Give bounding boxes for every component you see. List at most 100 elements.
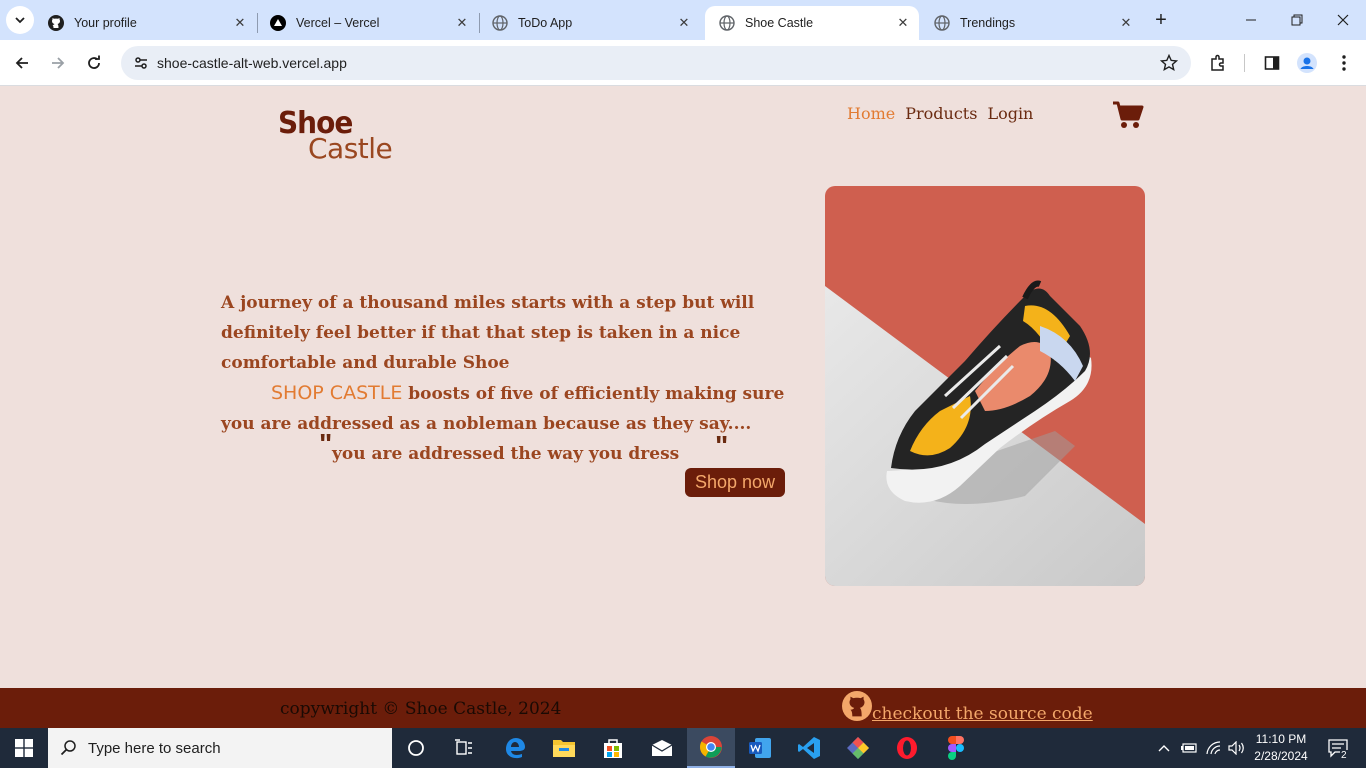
site-footer: copywright © Shoe Castle, 2024 checkout … — [0, 688, 1366, 728]
store-icon — [604, 739, 622, 758]
cart-icon[interactable] — [1112, 100, 1144, 130]
windows-taskbar: Type here to search 11:10 PM 2/28/2024 2 — [0, 728, 1366, 768]
windows-logo-icon — [15, 739, 33, 757]
extensions-button[interactable] — [1204, 49, 1232, 77]
restore-icon — [1291, 14, 1303, 26]
taskbar-clock[interactable]: 11:10 PM 2/28/2024 — [1250, 731, 1312, 765]
tab-your-profile[interactable]: Your profile ✕ — [34, 6, 256, 40]
mail-icon — [651, 740, 673, 756]
site-info-icon[interactable] — [129, 51, 153, 75]
github-icon — [48, 15, 64, 31]
tab-shoe-castle[interactable]: Shoe Castle ✕ — [705, 6, 919, 40]
git-app[interactable] — [834, 728, 882, 768]
close-window-button[interactable] — [1320, 0, 1366, 40]
notification-center[interactable]: 2 — [1320, 728, 1356, 768]
notification-count: 2 — [1340, 750, 1348, 761]
store-app[interactable] — [589, 728, 637, 768]
speaker-icon — [1228, 741, 1244, 755]
nav-login-link[interactable]: Login — [987, 104, 1033, 123]
quote-text: you are addressed the way you dress — [332, 444, 680, 464]
avatar-icon — [1297, 53, 1317, 73]
chevron-down-icon — [15, 17, 25, 24]
chevron-up-icon — [1158, 745, 1170, 752]
show-hidden-icons[interactable] — [1152, 728, 1176, 768]
side-panel-button[interactable] — [1258, 49, 1286, 77]
tab-title: Shoe Castle — [745, 16, 814, 30]
close-tab-icon[interactable]: ✕ — [895, 15, 911, 31]
hero-text-1: A journey of a thousand miles starts wit… — [221, 293, 755, 373]
nav-products-link[interactable]: Products — [905, 104, 977, 123]
word-app[interactable] — [736, 728, 784, 768]
bookmark-star-icon[interactable] — [1159, 53, 1179, 73]
word-icon — [749, 738, 771, 758]
figma-app[interactable] — [932, 728, 980, 768]
arrow-left-icon — [15, 57, 28, 69]
opera-icon — [897, 737, 917, 759]
tab-title: Vercel – Vercel — [296, 16, 380, 30]
arrow-right-icon — [52, 57, 65, 69]
forward-button[interactable] — [44, 49, 72, 77]
vscode-icon — [798, 737, 820, 759]
profile-button[interactable] — [1293, 49, 1321, 77]
close-tab-icon[interactable]: ✕ — [676, 15, 692, 31]
vscode-app[interactable] — [785, 728, 833, 768]
vercel-icon — [270, 15, 286, 31]
close-tab-icon[interactable]: ✕ — [232, 15, 248, 31]
shop-now-button[interactable]: Shop now — [685, 468, 785, 497]
browser-toolbar: shoe-castle-alt-web.vercel.app — [0, 40, 1366, 86]
tab-trendings[interactable]: Trendings ✕ — [920, 6, 1142, 40]
start-button[interactable] — [0, 728, 48, 768]
tab-title: Your profile — [74, 16, 137, 30]
address-bar[interactable]: shoe-castle-alt-web.vercel.app — [121, 46, 1191, 80]
mail-app[interactable] — [638, 728, 686, 768]
task-view-button[interactable] — [440, 728, 488, 768]
folder-icon — [553, 740, 575, 757]
main-nav: Home Products Login — [847, 104, 1033, 123]
taskbar-search[interactable]: Type here to search — [48, 728, 392, 768]
page-content: Shoe Castle Home Products Login A journe… — [0, 86, 1366, 688]
tab-title: Trendings — [960, 16, 1016, 30]
network-indicator[interactable] — [1202, 728, 1226, 768]
edge-app[interactable] — [491, 728, 539, 768]
menu-button[interactable] — [1330, 49, 1358, 77]
tab-title: ToDo App — [518, 16, 573, 30]
copyright-text: copywright © Shoe Castle, 2024 — [280, 699, 562, 719]
edge-icon — [506, 738, 525, 759]
search-placeholder: Type here to search — [88, 739, 221, 757]
clock-date: 2/28/2024 — [1254, 749, 1308, 763]
battery-icon — [1181, 743, 1197, 753]
figma-icon — [948, 736, 964, 760]
file-explorer-app[interactable] — [540, 728, 588, 768]
git-gui-icon — [847, 737, 869, 759]
globe-icon — [934, 15, 950, 31]
reload-icon — [88, 55, 100, 69]
tab-vercel[interactable]: Vercel – Vercel ✕ — [256, 6, 478, 40]
battery-indicator[interactable] — [1177, 728, 1201, 768]
more-vertical-icon — [1342, 55, 1346, 71]
puzzle-icon — [1211, 54, 1224, 71]
minimize-button[interactable] — [1228, 0, 1274, 40]
volume-indicator[interactable] — [1225, 728, 1249, 768]
nav-home-link[interactable]: Home — [847, 104, 895, 123]
clock-time: 11:10 PM — [1255, 732, 1307, 746]
cortana-button[interactable] — [392, 728, 440, 768]
source-code-link[interactable]: checkout the source code — [872, 704, 1093, 724]
close-tab-icon[interactable]: ✕ — [454, 15, 470, 31]
chrome-app[interactable] — [687, 728, 735, 768]
close-tab-icon[interactable]: ✕ — [1118, 15, 1134, 31]
url-text[interactable]: shoe-castle-alt-web.vercel.app — [157, 55, 347, 71]
logo-line-2: Castle — [308, 132, 393, 165]
tab-todo-app[interactable]: ToDo App ✕ — [478, 6, 700, 40]
site-logo[interactable]: Shoe Castle — [278, 105, 418, 166]
restore-button[interactable] — [1274, 0, 1320, 40]
back-button[interactable] — [8, 49, 36, 77]
opera-app[interactable] — [883, 728, 931, 768]
new-tab-button[interactable]: + — [1150, 9, 1172, 31]
cortana-icon — [408, 740, 424, 756]
github-icon[interactable] — [842, 691, 872, 721]
brand-name: SHOP CASTLE — [271, 382, 403, 404]
tab-search-button[interactable] — [6, 6, 34, 34]
close-icon — [1337, 14, 1349, 26]
hero-shoe-image — [825, 186, 1145, 586]
reload-button[interactable] — [80, 49, 108, 77]
